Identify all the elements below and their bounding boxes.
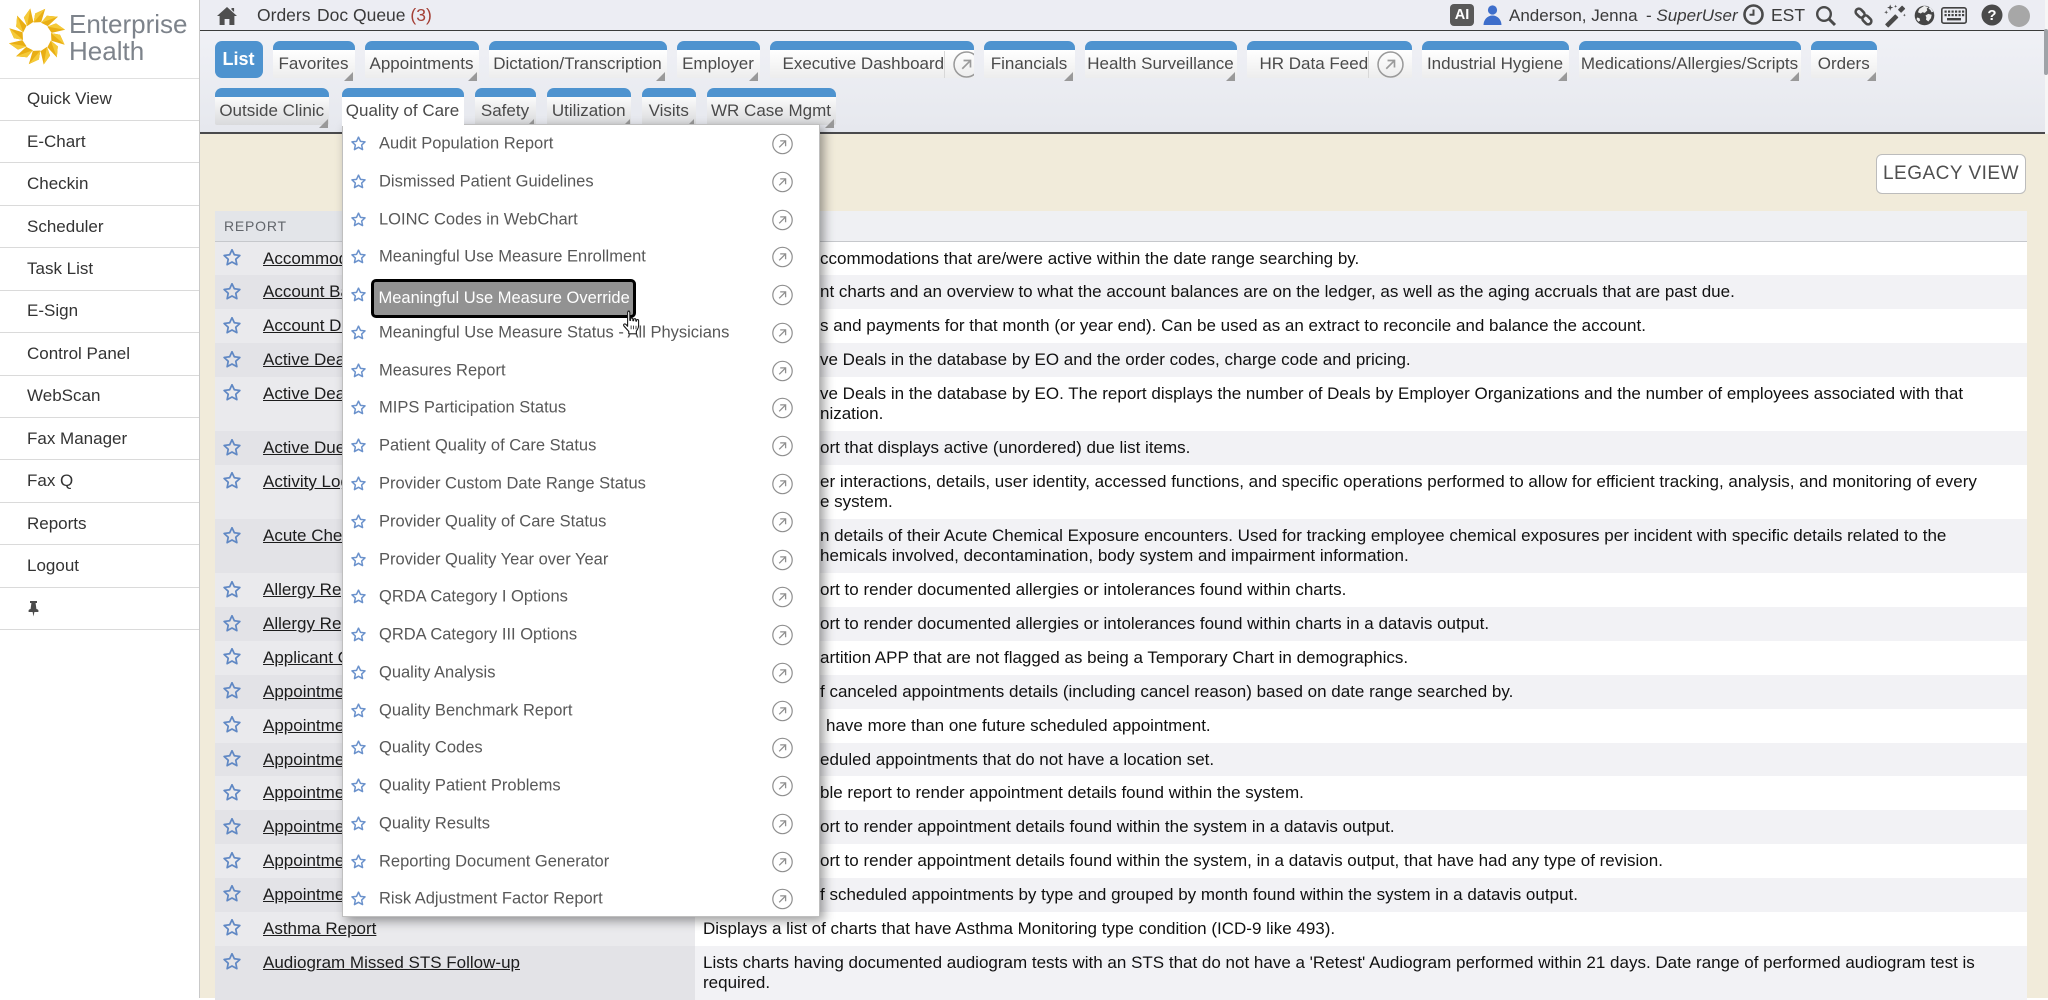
svg-text:?: ? <box>1987 7 1996 24</box>
